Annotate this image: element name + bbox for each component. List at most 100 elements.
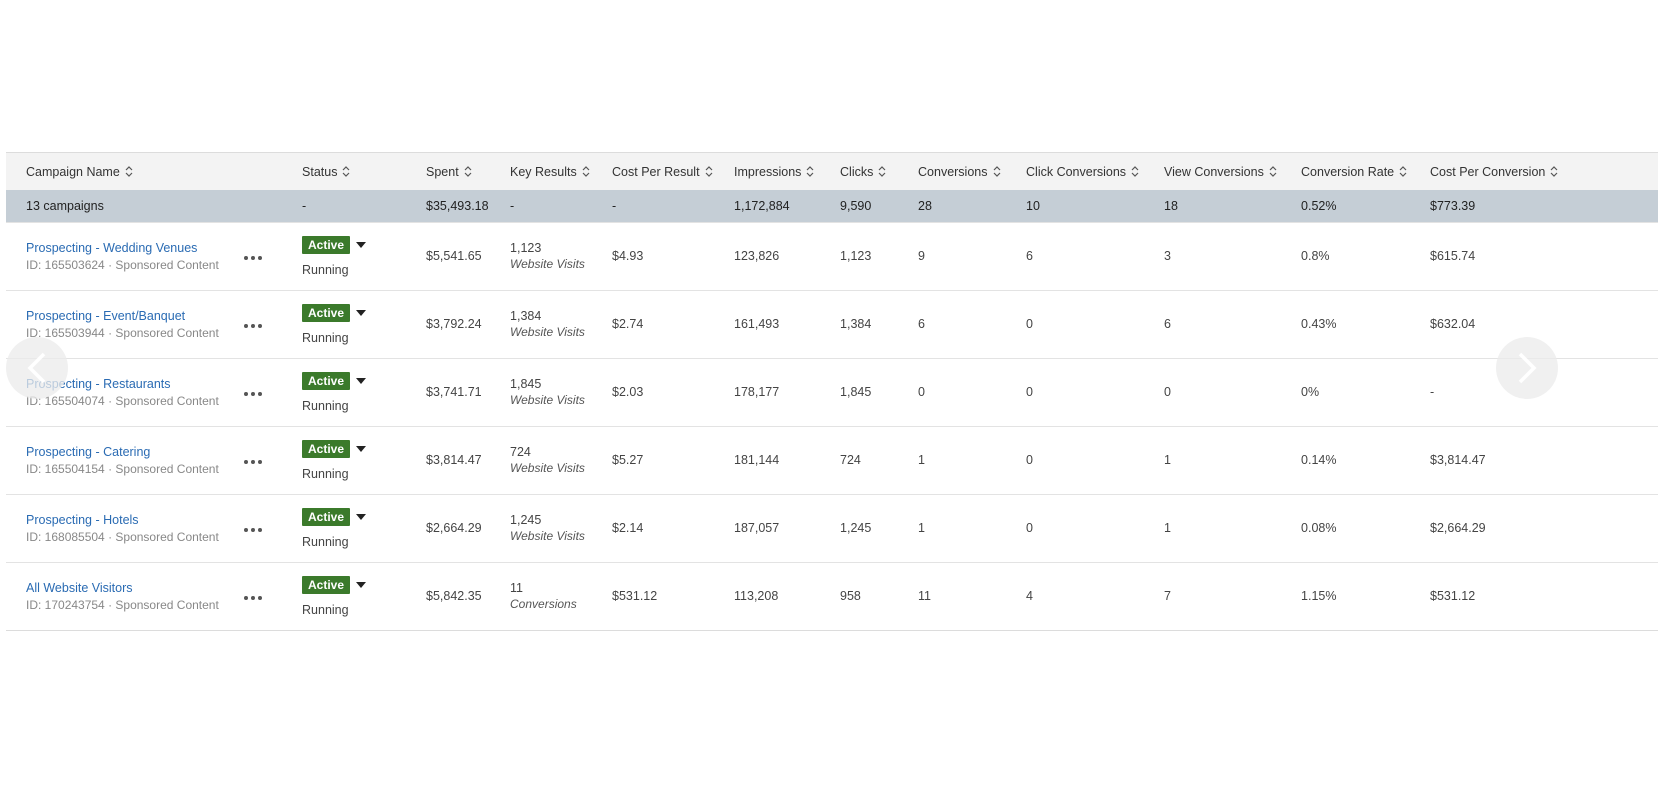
more-options-icon[interactable] [242, 456, 264, 468]
campaign-name-link[interactable]: Prospecting - Catering [26, 445, 242, 459]
table-row: Prospecting - Restaurants ID: 165504074 ·… [6, 358, 1658, 426]
column-header-key-results[interactable]: Key Results [510, 153, 612, 190]
column-header-conversion-rate[interactable]: Conversion Rate [1301, 153, 1430, 190]
column-header-impressions[interactable]: Impressions [734, 153, 840, 190]
caret-down-icon[interactable] [356, 377, 367, 384]
sort-icon [582, 166, 590, 177]
key-results-value: 1,245 [510, 513, 542, 527]
summary-spent: $35,493.18 [426, 198, 489, 213]
more-options-icon[interactable] [242, 592, 264, 604]
cost-per-conversion-cell: $3,814.47 [1430, 453, 1486, 467]
column-header-label[interactable]: Impressions [734, 165, 814, 179]
column-header-label[interactable]: Click Conversions [1026, 165, 1139, 179]
delivery-status: Running [302, 602, 349, 617]
more-options-icon[interactable] [242, 524, 264, 536]
caret-down-icon[interactable] [356, 309, 367, 316]
status-badge[interactable]: Active [302, 575, 351, 594]
key-results-type: Website Visits [510, 325, 585, 339]
prev-arrow-button[interactable] [6, 337, 68, 399]
caret-down-icon[interactable] [356, 581, 367, 588]
actions-cell [242, 222, 302, 290]
header-text: Conversion Rate [1301, 164, 1395, 179]
key-results-value: 1,384 [510, 309, 542, 323]
column-header-cost-per-conversion[interactable]: Cost Per Conversion [1430, 153, 1658, 190]
impressions-cell: 181,144 [734, 453, 780, 467]
delivery-status: Running [302, 330, 349, 345]
more-options-icon[interactable] [242, 320, 264, 332]
key-results-type: Website Visits [510, 529, 585, 543]
status-badge[interactable]: Active [302, 235, 351, 254]
impressions-cell: 123,826 [734, 249, 780, 263]
summary-view-conversions: 18 [1164, 198, 1178, 213]
column-header-label[interactable]: Campaign Name [26, 165, 133, 179]
conversion-rate-cell: 1.15% [1301, 589, 1337, 604]
delivery-status: Running [302, 398, 349, 413]
actions-cell [242, 562, 302, 630]
campaign-name-link[interactable]: Prospecting - Hotels [26, 513, 242, 527]
key-results-cell: 1,845 Website Visits [510, 358, 612, 426]
cost-per-result-cell: $2.03 [612, 385, 644, 399]
campaign-name-link[interactable]: Prospecting - Wedding Venues [26, 241, 242, 255]
column-header-conversions[interactable]: Conversions [918, 153, 1026, 190]
next-arrow-button[interactable] [1496, 337, 1558, 399]
summary-conversions: 28 [918, 198, 932, 213]
sort-icon [125, 166, 133, 177]
spent-cell: $3,741.71 [426, 385, 482, 399]
column-header-label[interactable]: Cost Per Conversion [1430, 165, 1558, 179]
column-header-label[interactable]: Status [302, 165, 350, 179]
column-header-label[interactable]: Conversions [918, 165, 1000, 179]
conversions-cell: 9 [918, 249, 925, 263]
table-row: All Website Visitors ID: 170243754 · Spon… [6, 562, 1658, 630]
clicks-cell: 1,245 [840, 521, 872, 535]
status-badge[interactable]: Active [302, 507, 351, 526]
header-text: Cost Per Conversion [1430, 164, 1546, 179]
spent-cell: $5,541.65 [426, 249, 482, 263]
status-cell: Active Running [302, 358, 426, 426]
campaign-name-link[interactable]: All Website Visitors [26, 581, 242, 595]
cost-per-result-cell: $2.74 [612, 317, 644, 331]
delivery-status: Running [302, 534, 349, 549]
column-header-label[interactable]: View Conversions [1164, 165, 1277, 179]
campaign-name-link[interactable]: Prospecting - Event/Banquet [26, 309, 242, 323]
column-header-label[interactable]: Conversion Rate [1301, 165, 1407, 179]
column-header-label[interactable]: Spent [426, 165, 472, 179]
summary-label: 13 campaigns [26, 198, 104, 213]
header-text: Spent [426, 164, 459, 179]
column-header-campaign-name[interactable]: Campaign Name [6, 153, 302, 190]
sort-icon [1269, 166, 1277, 177]
status-badge[interactable]: Active [302, 371, 351, 390]
column-header-clicks[interactable]: Clicks [840, 153, 918, 190]
caret-down-icon[interactable] [356, 513, 367, 520]
sort-icon [806, 166, 814, 177]
column-header-view-conversions[interactable]: View Conversions [1164, 153, 1301, 190]
click-conversions-cell: 0 [1026, 385, 1033, 399]
conversions-cell: 1 [918, 521, 925, 535]
click-conversions-cell: 0 [1026, 521, 1033, 535]
key-results-type: Conversions [510, 597, 577, 612]
column-header-cost-per-result[interactable]: Cost Per Result [612, 153, 734, 190]
status-cell: Active Running [302, 562, 426, 630]
summary-cost-per-conversion: $773.39 [1430, 198, 1476, 213]
summary-status: - [302, 198, 307, 213]
column-header-spent[interactable]: Spent [426, 153, 510, 190]
status-badge[interactable]: Active [302, 439, 351, 458]
key-results-value: 1,123 [510, 241, 542, 255]
more-options-icon[interactable] [242, 388, 264, 400]
status-badge[interactable]: Active [302, 303, 351, 322]
delivery-status: Running [302, 262, 349, 277]
column-header-label[interactable]: Cost Per Result [612, 165, 713, 179]
more-options-icon[interactable] [242, 252, 264, 264]
caret-down-icon[interactable] [356, 241, 367, 248]
column-header-label[interactable]: Clicks [840, 165, 886, 179]
column-header-click-conversions[interactable]: Click Conversions [1026, 153, 1164, 190]
column-header-status[interactable]: Status [302, 153, 426, 190]
table-row: Prospecting - Event/Banquet ID: 165503944… [6, 290, 1658, 358]
key-results-type: Website Visits [510, 257, 585, 271]
key-results-value: 11 [510, 581, 523, 596]
caret-down-icon[interactable] [356, 445, 367, 452]
view-conversions-cell: 0 [1164, 385, 1171, 399]
header-text: Clicks [840, 164, 874, 179]
spent-cell: $5,842.35 [426, 589, 482, 604]
campaign-id: ID: 165503624 · Sponsored Content [26, 257, 219, 272]
column-header-label[interactable]: Key Results [510, 165, 590, 179]
